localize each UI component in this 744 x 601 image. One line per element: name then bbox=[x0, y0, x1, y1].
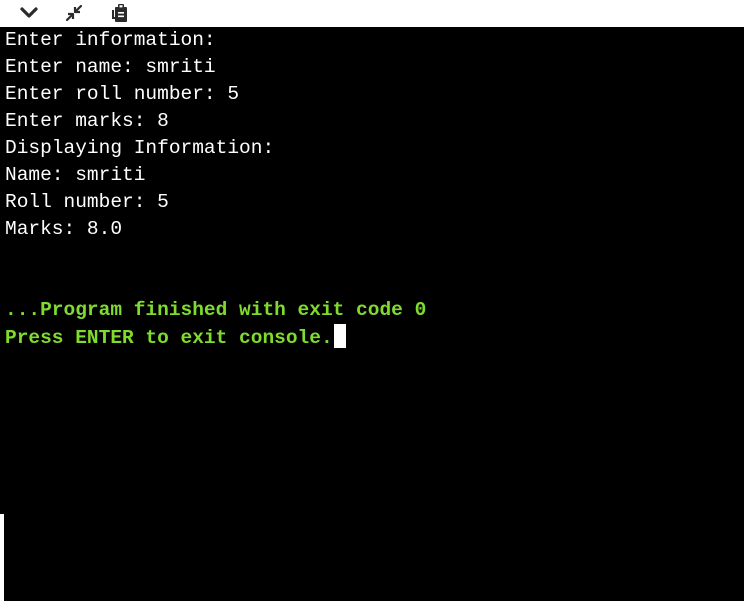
output-line: Displaying Information: bbox=[5, 137, 275, 159]
exit-prompt-line: Press ENTER to exit console. bbox=[5, 324, 426, 351]
clipboard-icon bbox=[110, 2, 130, 24]
output-line: Enter marks: 8 bbox=[5, 110, 169, 132]
output-line: Enter roll number: 5 bbox=[5, 83, 240, 105]
output-line: Marks: 8.0 bbox=[5, 218, 123, 240]
text-cursor bbox=[333, 324, 346, 348]
output-line: Enter information: bbox=[5, 29, 216, 51]
collapse-arrows-icon bbox=[64, 3, 84, 23]
exit-prompt-message: Press ENTER to exit console. bbox=[5, 327, 333, 349]
console-lines: Enter information: Enter name: smriti En… bbox=[5, 27, 426, 351]
minimize-console-button[interactable] bbox=[61, 2, 87, 24]
console-output-area[interactable]: Enter information: Enter name: smriti En… bbox=[4, 27, 744, 601]
output-line: Enter name: smriti bbox=[5, 56, 216, 78]
console-toolbar bbox=[0, 0, 744, 27]
exit-status-message: ...Program finished with exit code 0 bbox=[5, 299, 427, 321]
chevron-down-icon bbox=[19, 6, 39, 20]
copy-output-button[interactable] bbox=[107, 2, 133, 24]
output-line: Roll number: 5 bbox=[5, 191, 169, 213]
collapse-console-button[interactable] bbox=[16, 2, 42, 24]
output-line: Name: smriti bbox=[5, 164, 146, 186]
